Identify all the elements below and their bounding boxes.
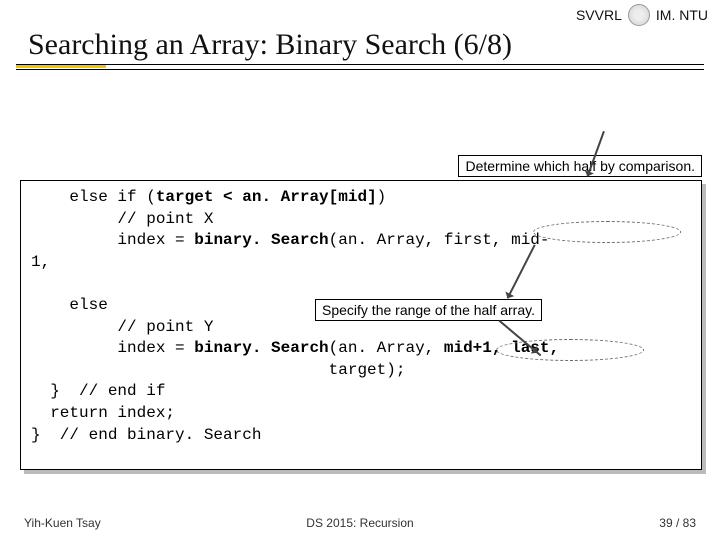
- callout-which-half: Determine which half by comparison.: [458, 155, 702, 177]
- logo-icon: [628, 4, 650, 26]
- footer-page: 39 / 83: [659, 516, 696, 530]
- title-area: Searching an Array: Binary Search (6/8): [0, 28, 720, 62]
- code-box: else if (target < an. Array[mid]) // poi…: [20, 180, 702, 470]
- header-right-label: IM. NTU: [656, 7, 708, 23]
- slide-header: SVVRL IM. NTU: [0, 0, 720, 28]
- slide-footer: Yih-Kuen Tsay DS 2015: Recursion 39 / 83: [0, 516, 720, 530]
- footer-course: DS 2015: Recursion: [306, 516, 413, 530]
- header-left-label: SVVRL: [576, 7, 622, 23]
- page-current: 39: [659, 516, 672, 530]
- title-underline: [16, 64, 704, 70]
- page-total: 83: [683, 516, 696, 530]
- slide-title: Searching an Array: Binary Search (6/8): [28, 28, 692, 62]
- footer-author: Yih-Kuen Tsay: [24, 516, 101, 530]
